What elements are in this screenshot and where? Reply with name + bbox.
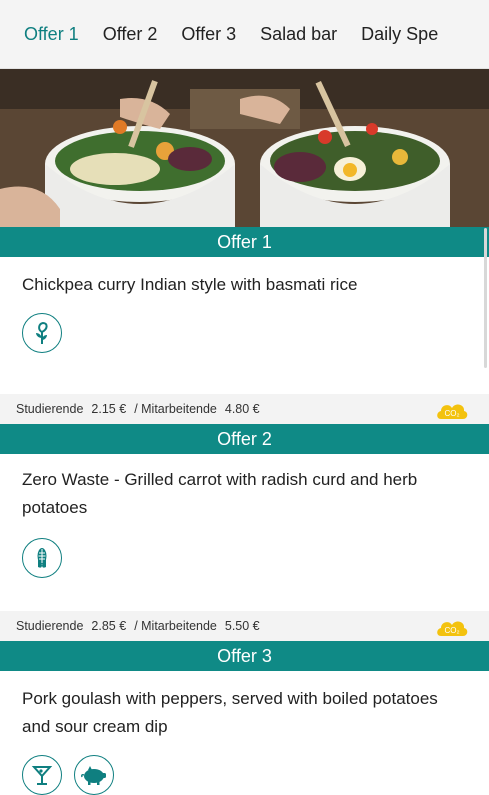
tab-offer-3[interactable]: Offer 3 [169, 0, 248, 68]
offer-2-card[interactable]: Zero Waste - Grilled carrot with radish … [0, 466, 489, 611]
tab-daily-special[interactable]: Daily Spe [349, 0, 450, 68]
tab-salad-bar[interactable]: Salad bar [248, 0, 349, 68]
student-label: Studierende [16, 619, 84, 633]
co2-cloud-icon: CO₂ [437, 621, 468, 636]
pork-icon [74, 755, 114, 795]
co2-cloud-icon: CO₂ [437, 404, 468, 419]
staff-price: 4.80 € [224, 402, 260, 416]
offer-2-dish: Zero Waste - Grilled carrot with radish … [22, 470, 418, 517]
tab-offer-1[interactable]: Offer 1 [0, 0, 91, 68]
offer-3-banner: Offer 3 [0, 641, 489, 671]
offer-1-card[interactable]: Chickpea curry Indian style with basmati… [0, 271, 489, 394]
co2-label: CO₂ [444, 626, 459, 635]
staff-label: / Mitarbeitende [134, 619, 217, 633]
tab-offer-2[interactable]: Offer 2 [91, 0, 170, 68]
offer-2-banner: Offer 2 [0, 424, 489, 454]
student-price: 2.15 € [91, 402, 127, 416]
student-price: 2.85 € [91, 619, 127, 633]
scrollbar-thumb[interactable] [484, 228, 487, 368]
alcohol-icon [22, 755, 62, 795]
hero-photo [0, 69, 489, 227]
student-label: Studierende [16, 402, 84, 416]
offer-3-card[interactable]: Pork goulash with peppers, served with b… [0, 685, 489, 795]
vegan-corn-icon [22, 538, 62, 578]
tab-bar: Offer 1 Offer 2 Offer 3 Salad bar Daily … [0, 0, 489, 69]
offer-1-banner: Offer 1 [0, 227, 489, 257]
offer-1-price-row: Studierende 2.15 € / Mitarbeitende 4.80 … [0, 394, 489, 424]
co2-label: CO₂ [444, 409, 459, 418]
staff-label: / Mitarbeitende [134, 402, 217, 416]
bowls-illustration [0, 69, 489, 227]
offer-1-dish: Chickpea curry Indian style with basmati… [22, 275, 358, 294]
offer-2-price-row: Studierende 2.85 € / Mitarbeitende 5.50 … [0, 611, 489, 641]
offer-3-dish: Pork goulash with peppers, served with b… [22, 689, 438, 736]
staff-price: 5.50 € [224, 619, 260, 633]
vegetarian-icon [22, 313, 62, 353]
